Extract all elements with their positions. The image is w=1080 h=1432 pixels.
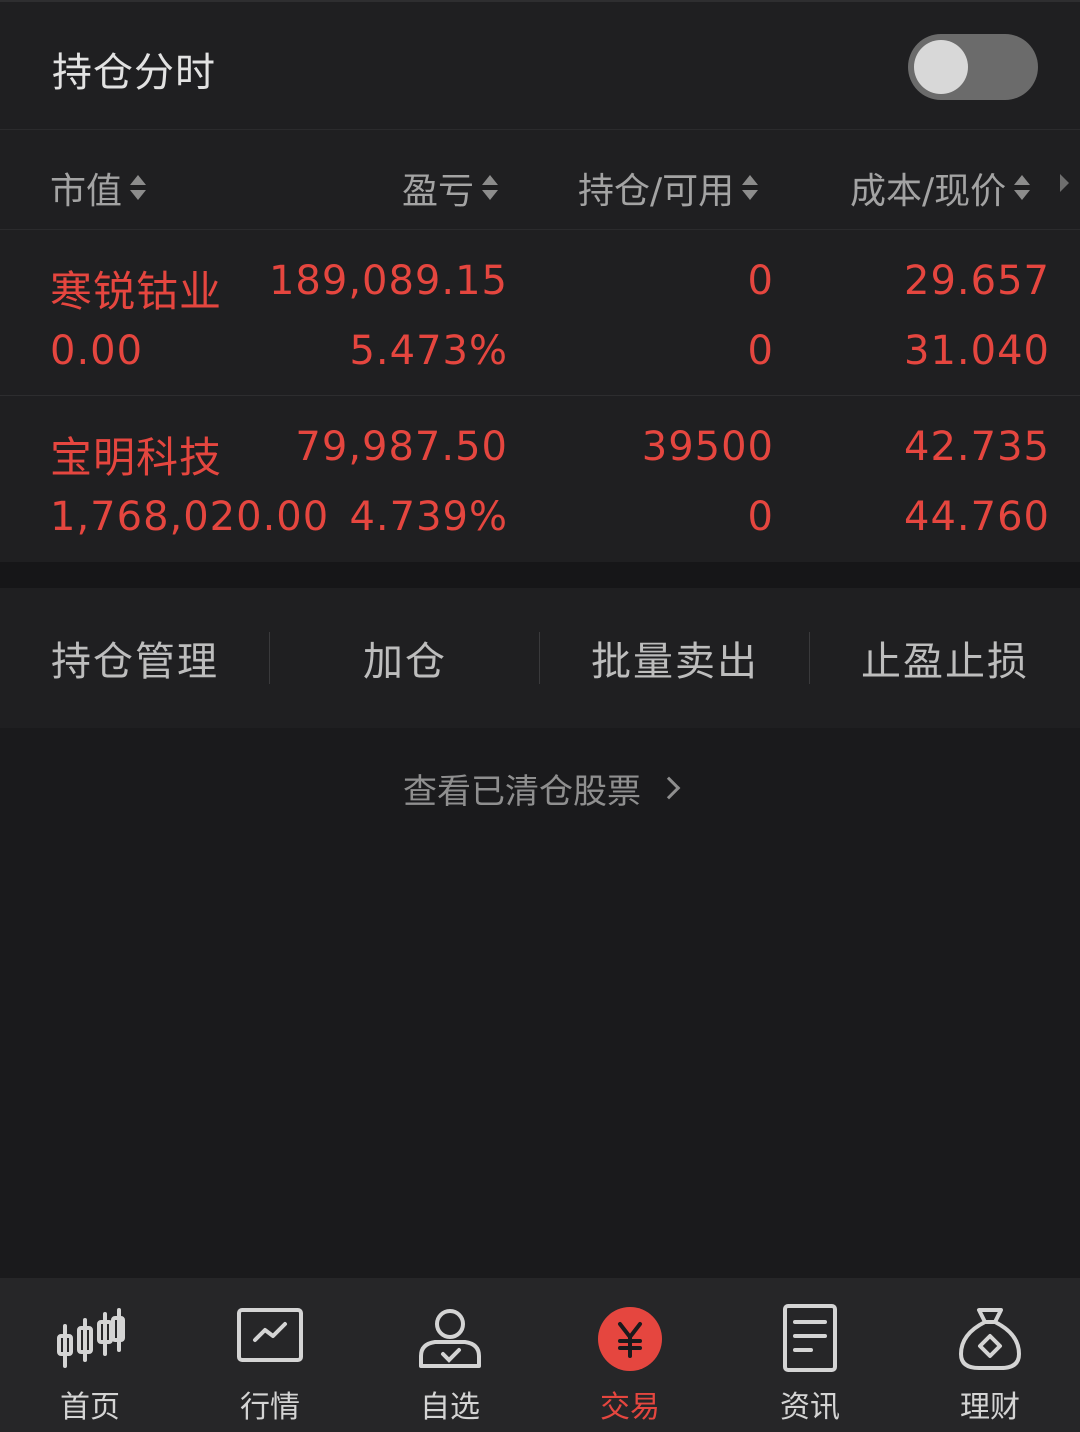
sort-icon [130, 173, 147, 203]
take-profit-stop-loss-button[interactable]: 止盈止损 [810, 588, 1080, 728]
cleared-link-label: 查看已清仓股票 [403, 771, 641, 812]
document-icon [783, 1304, 837, 1372]
candlestick-icon [57, 1308, 125, 1368]
bottom-tab-bar: 首页 行情 自选 交易 资讯 理财 [0, 1278, 1080, 1432]
chevron-right-icon [657, 776, 681, 800]
add-position-button[interactable]: 加仓 [270, 588, 540, 728]
tab-label: 行情 [240, 1390, 300, 1425]
column-cost-price[interactable]: 成本/现价 [850, 162, 1031, 214]
position-qty: 39500 [641, 424, 774, 470]
holding-timeshare-row: 持仓分时 [0, 2, 1080, 130]
section-gap [0, 562, 1080, 588]
column-label: 持仓/可用 [578, 171, 735, 212]
stock-name: 寒锐钴业 [50, 267, 223, 316]
tab-label: 理财 [960, 1390, 1020, 1425]
stock-name: 宝明科技 [50, 433, 223, 482]
batch-sell-button[interactable]: 批量卖出 [540, 588, 810, 728]
tab-label: 资讯 [780, 1390, 840, 1425]
holding-timeshare-toggle[interactable] [908, 34, 1038, 100]
pnl-amount: 189,089.15 [268, 258, 508, 304]
holding-timeshare-label: 持仓分时 [52, 50, 216, 96]
tab-label: 首页 [60, 1390, 120, 1425]
cost-price: 42.735 [904, 424, 1050, 470]
tab-home[interactable]: 首页 [0, 1278, 180, 1432]
column-pnl[interactable]: 盈亏 [402, 162, 499, 214]
available-qty: 0 [747, 328, 774, 374]
holdings-list: 寒锐钴业 0.00 189,089.15 5.473% 0 0 29.657 3… [0, 230, 1080, 562]
cost-price: 29.657 [904, 258, 1050, 304]
current-price: 31.040 [904, 328, 1050, 374]
pnl-amount: 79,987.50 [295, 424, 508, 470]
market-value: 0.00 [50, 328, 144, 374]
tab-market[interactable]: 行情 [180, 1278, 360, 1432]
tab-trade[interactable]: 交易 [540, 1278, 720, 1432]
toggle-knob [914, 40, 968, 94]
more-columns-arrow-icon[interactable] [1060, 174, 1069, 192]
tab-wealth[interactable]: 理财 [900, 1278, 1080, 1432]
user-check-icon [419, 1309, 481, 1368]
column-market-value[interactable]: 市值 [50, 162, 147, 214]
position-qty: 0 [747, 258, 774, 304]
holdings-column-header: 市值 盈亏 持仓/可用 成本/现价 [0, 130, 1080, 230]
tab-watchlist[interactable]: 自选 [360, 1278, 540, 1432]
pnl-percent: 5.473% [349, 328, 508, 374]
sort-icon [1014, 173, 1031, 203]
sort-icon [742, 173, 759, 203]
column-label: 市值 [50, 171, 123, 212]
holding-row[interactable]: 寒锐钴业 0.00 189,089.15 5.473% 0 0 29.657 3… [0, 230, 1080, 396]
market-chart-icon [237, 1308, 303, 1362]
position-actions-bar: 持仓管理 加仓 批量卖出 止盈止损 [0, 588, 1080, 728]
column-position-available[interactable]: 持仓/可用 [578, 162, 759, 214]
tab-label: 自选 [420, 1390, 480, 1425]
manage-positions-button[interactable]: 持仓管理 [0, 588, 270, 728]
money-bag-icon [959, 1308, 1021, 1370]
column-label: 盈亏 [402, 171, 475, 212]
tab-news[interactable]: 资讯 [720, 1278, 900, 1432]
pnl-percent: 4.739% [349, 494, 508, 540]
current-price: 44.760 [904, 494, 1050, 540]
tab-label: 交易 [600, 1390, 660, 1425]
available-qty: 0 [747, 494, 774, 540]
view-cleared-stocks-link[interactable]: 查看已清仓股票 [0, 728, 1080, 848]
yen-icon [598, 1307, 662, 1371]
market-value: 1,768,020.00 [50, 494, 330, 540]
holding-row[interactable]: 宝明科技 1,768,020.00 79,987.50 4.739% 39500… [0, 396, 1080, 562]
sort-icon [482, 173, 499, 203]
column-label: 成本/现价 [850, 171, 1007, 212]
